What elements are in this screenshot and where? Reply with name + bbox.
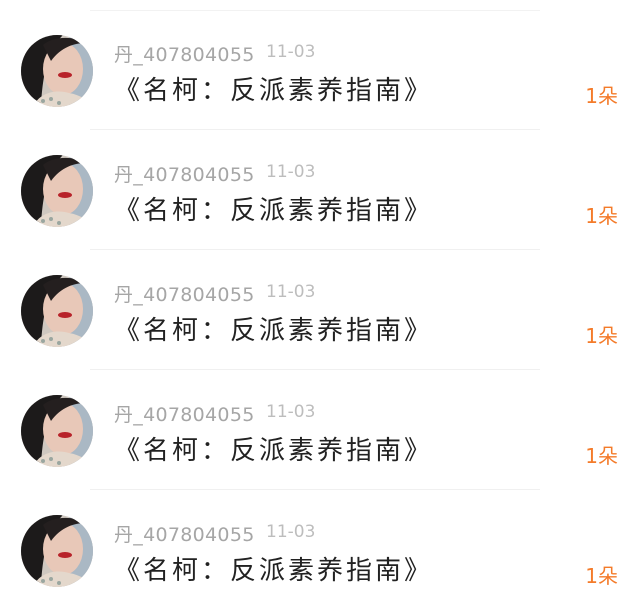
list-item[interactable]: 丹_407804055 11-03 《名柯：反派素养指南》 1朵: [0, 250, 640, 370]
username: 丹_407804055: [114, 44, 255, 66]
gift-count: 1朵: [585, 564, 618, 588]
date: 11-03: [266, 162, 316, 182]
book-title[interactable]: 《名柯：反派素养指南》: [114, 310, 433, 347]
book-title[interactable]: 《名柯：反派素养指南》: [114, 70, 433, 107]
avatar[interactable]: [21, 395, 93, 467]
gift-count: 1朵: [585, 84, 618, 108]
gift-count: 1朵: [585, 444, 618, 468]
list-item[interactable]: 丹_407804055 11-03 《名柯：反派素养指南》 1朵: [0, 370, 640, 490]
username: 丹_407804055: [114, 164, 255, 186]
book-title[interactable]: 《名柯：反派素养指南》: [114, 190, 433, 227]
avatar[interactable]: [21, 35, 93, 107]
list-item[interactable]: 丹_407804055 11-03 《名柯：反派素养指南》 1朵: [0, 10, 640, 130]
username: 丹_407804055: [114, 404, 255, 426]
gift-count: 1朵: [585, 204, 618, 228]
username: 丹_407804055: [114, 524, 255, 546]
username: 丹_407804055: [114, 284, 255, 306]
avatar[interactable]: [21, 515, 93, 587]
date: 11-03: [266, 42, 316, 62]
gift-count: 1朵: [585, 324, 618, 348]
date: 11-03: [266, 522, 316, 542]
avatar[interactable]: [21, 275, 93, 347]
list-item[interactable]: 丹_407804055 11-03 《名柯：反派素养指南》 1朵: [0, 490, 640, 610]
gift-record-list: 丹_407804055 11-03 《名柯：反派素养指南》 1朵 丹_40780…: [0, 0, 640, 616]
avatar[interactable]: [21, 155, 93, 227]
book-title[interactable]: 《名柯：反派素养指南》: [114, 550, 433, 587]
date: 11-03: [266, 402, 316, 422]
book-title[interactable]: 《名柯：反派素养指南》: [114, 430, 433, 467]
date: 11-03: [266, 282, 316, 302]
list-item[interactable]: 丹_407804055 11-03 《名柯：反派素养指南》 1朵: [0, 130, 640, 250]
